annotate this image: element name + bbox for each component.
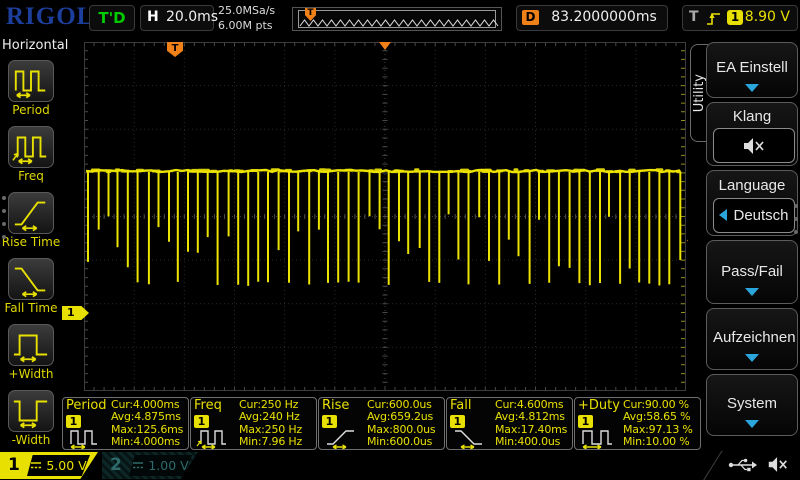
dropdown-arrow-icon [745,288,759,296]
measure-row: Avg:4.812ms [495,411,567,423]
measure-row: Min:7.96 Hz [239,436,302,448]
rigol-logo: RIGOL [6,3,94,31]
minus-width-icon [10,392,52,430]
left-menu-page-dots [2,196,6,239]
menu-item-fall-time: Fall Time [0,258,62,315]
duty-glyph [577,425,621,449]
fall-glyph [449,425,493,449]
memory-waveform-preview: T [292,7,502,31]
klang-button[interactable]: Klang [706,102,798,166]
preview-waveform [293,8,499,30]
trigger-label: T [689,9,699,25]
channel-bar: 1 5.00 V 2 1.00 V [0,450,800,480]
menu-item-freq: Freq [0,126,62,183]
speaker-muted-icon [766,455,790,474]
minus-width-button[interactable] [8,390,54,432]
delay-value: 83.2000000ms [545,9,663,25]
period-icon [10,62,52,100]
speaker-muted-icon [741,136,767,156]
channel-2-scale: 1.00 V [148,458,188,473]
delay-center-marker[interactable] [379,42,391,50]
measure-row: Avg:659.2us [367,411,435,423]
right-menu-page-dots [794,204,798,234]
language-value: Deutsch [733,207,788,224]
measurement-panel-period[interactable]: Period 1 Cur:4.000ms Avg:4.875ms Max:125… [62,397,189,450]
ea-einstell-button[interactable]: EA Einstell [706,42,798,98]
horizontal-label: H [147,9,159,25]
dropdown-arrow-icon [745,84,759,92]
graticule-waveform-area [84,42,686,391]
freq-button[interactable] [8,126,54,168]
measure-row: Min:400.0us [495,436,567,448]
dropdown-arrow-icon [745,354,759,362]
measure-row: Min:10.00 % [623,436,693,448]
status-icons [728,455,790,474]
pass-fail-button[interactable]: Pass/Fail [706,240,798,304]
measurement-panel-duty[interactable]: +Duty 1 Cur:90.00 % Avg:58.65 % Max:97.1… [574,397,701,450]
plus-width-button[interactable] [8,324,54,366]
top-bar: RIGOL T'D H 20.0ms 25.0MSa/s 6.00M pts T… [0,0,800,36]
channel-1-scale: 5.00 V [46,458,86,473]
delay-box: D 83.2000000ms [516,5,668,31]
rising-edge-icon [705,9,723,27]
channel-1-badge[interactable]: 1 5.00 V [0,452,98,479]
dc-coupling-icon [132,461,144,470]
fall-time-icon [10,260,52,298]
measurement-panel-rise[interactable]: Rise 1 Cur:600.0us Avg:659.2us Max:800.0… [318,397,445,450]
measure-row: Avg:58.65 % [623,411,693,423]
period-glyph [65,425,109,449]
channel-2-badge[interactable]: 2 1.00 V [102,452,198,479]
rise-time-icon [10,194,52,232]
trigger-box: T 1 8.90 V [682,5,798,31]
measure-row: Avg:4.875ms [111,411,183,423]
acquisition-info: 25.0MSa/s 6.00M pts [218,3,275,33]
rise-glyph [321,425,365,449]
period-button[interactable] [8,60,54,102]
measure-row: Min:600.0us [367,436,435,448]
timebase-box: H 20.0ms [140,5,214,31]
freq-icon [10,128,52,166]
language-button[interactable]: Language Deutsch [706,170,798,236]
memory-depth: 6.00M pts [218,18,275,33]
aufzeichnen-button[interactable]: Aufzeichnen [706,308,798,370]
menu-item-minus-width: -Width [0,390,62,447]
rise-time-button[interactable] [8,192,54,234]
plus-width-icon [10,326,52,364]
freq-glyph [193,425,237,449]
usb-icon [728,457,758,473]
fall-time-button[interactable] [8,258,54,300]
utility-menu: Utility EA Einstell Klang Language Deuts… [688,36,800,450]
trigger-source-badge: 1 [727,10,743,25]
oscilloscope-screen: RIGOL T'D H 20.0ms 25.0MSa/s 6.00M pts T… [0,0,800,480]
sample-rate: 25.0MSa/s [218,3,275,18]
measurement-panel-fall[interactable]: Fall 1 Cur:4.600ms Avg:4.812ms Max:17.40… [446,397,573,450]
corner-divider [703,450,723,480]
system-button[interactable]: System [706,374,798,436]
measure-row: Avg:240 Hz [239,411,302,423]
left-menu-title: Horizontal [2,38,68,53]
left-measure-menu: Horizontal Period Freq [0,36,62,450]
dc-coupling-icon [30,461,42,470]
dropdown-arrow-icon [745,420,759,428]
menu-item-period: Period [0,60,62,117]
selector-left-arrow-icon [719,209,727,221]
timebase-value: 20.0ms [166,9,218,25]
menu-item-plus-width: +Width [0,324,62,381]
trigger-status-badge: T'D [89,5,135,31]
measure-row: Min:4.000ms [111,436,183,448]
measurement-panel-freq[interactable]: Freq 1 Cur:250 Hz Avg:240 Hz Max:250 Hz … [190,397,317,450]
trigger-level-value: 8.90 V [745,9,790,25]
menu-item-rise-time: Rise Time [0,192,62,249]
delay-label: D [522,10,539,25]
